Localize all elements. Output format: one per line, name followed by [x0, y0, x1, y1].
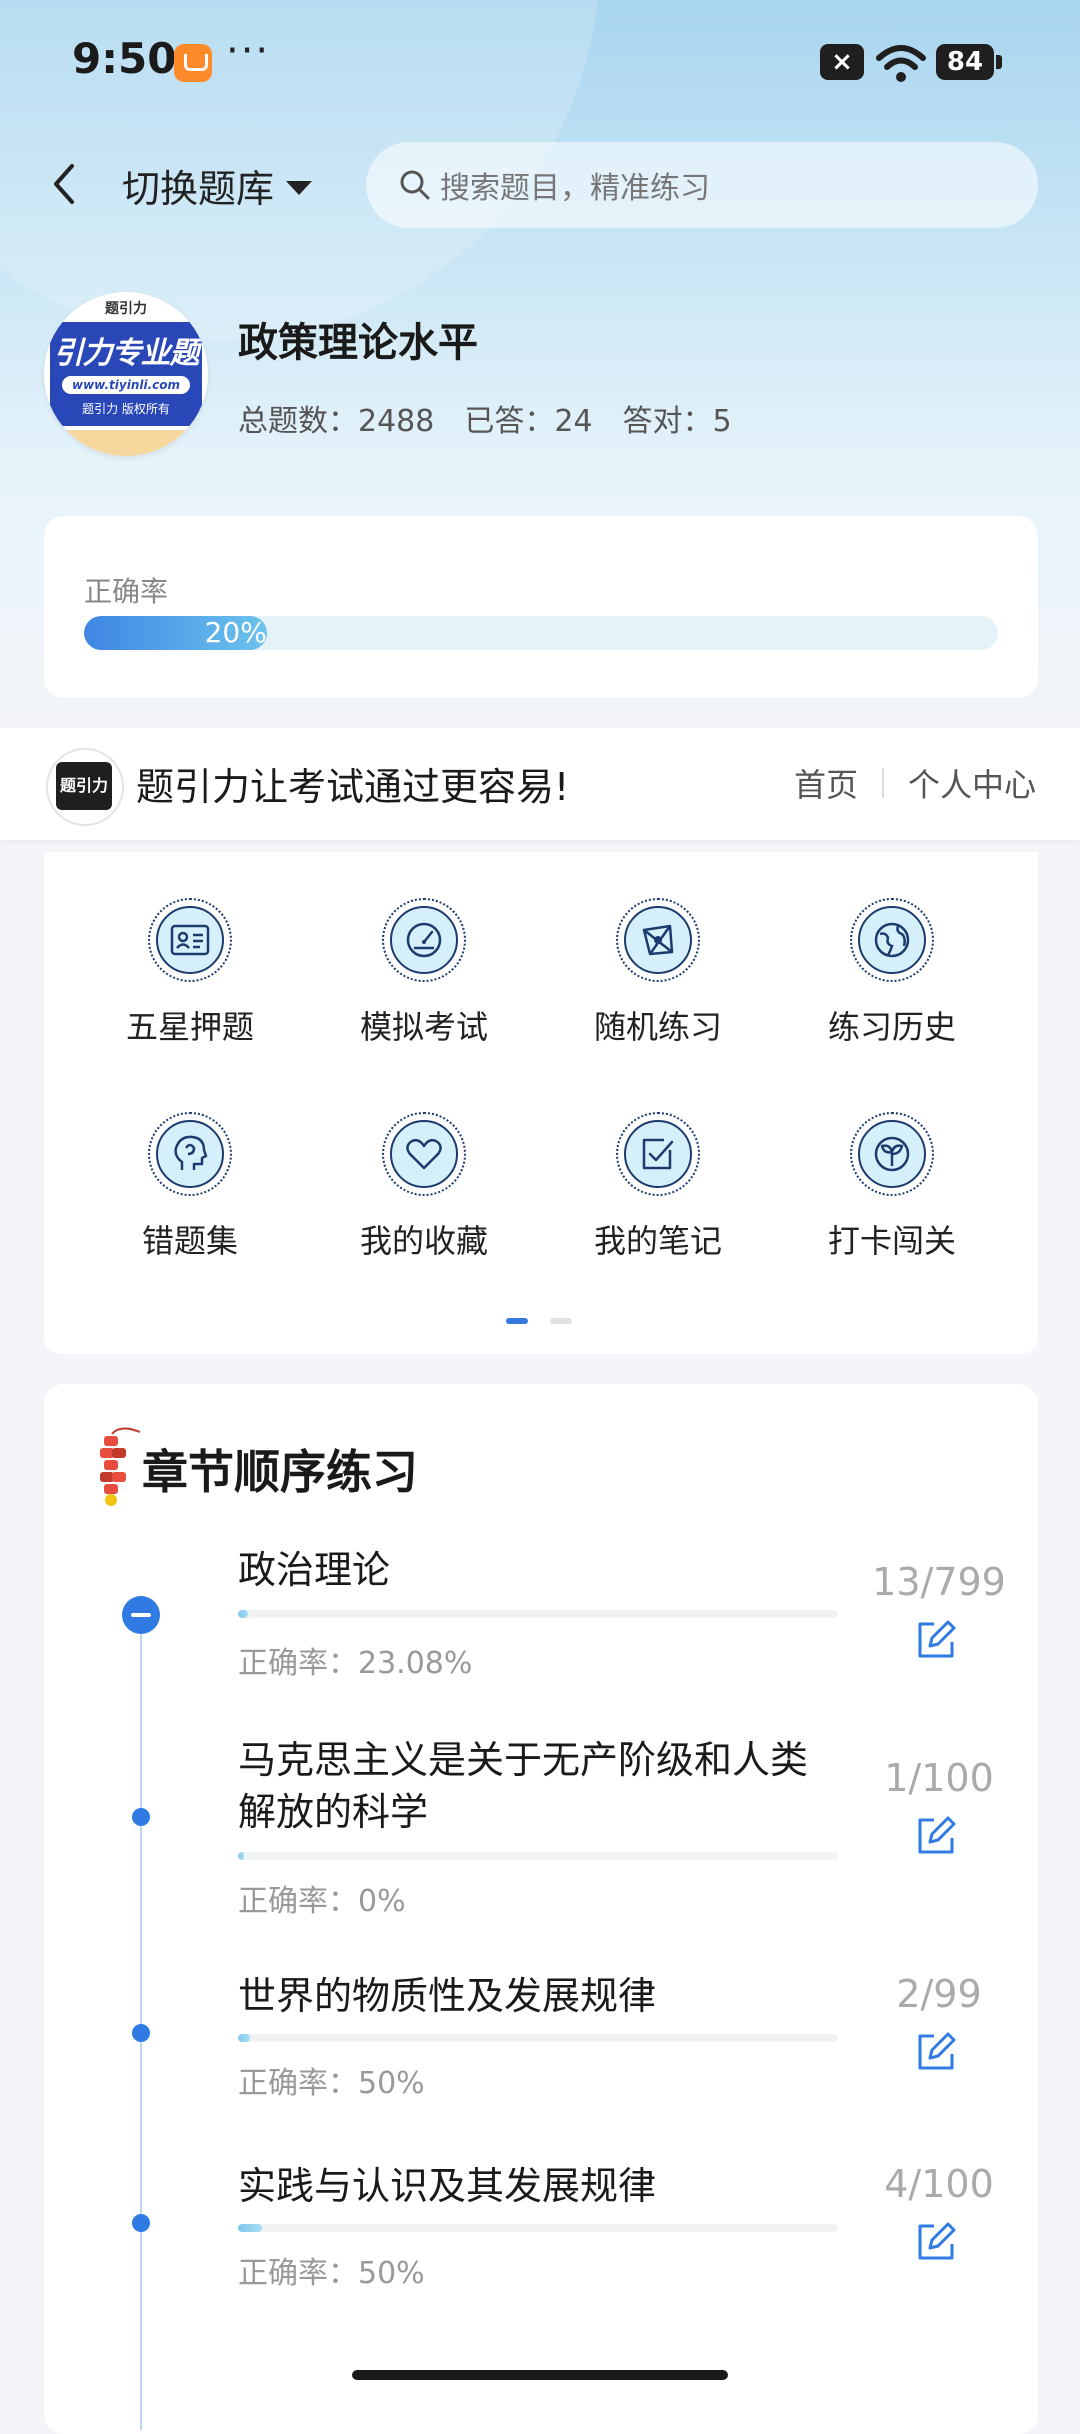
edit-icon[interactable] — [914, 2030, 958, 2074]
bank-title: 政策理论水平 — [238, 320, 478, 366]
switch-bank-label: 切换题库 — [122, 167, 275, 211]
search-icon — [400, 170, 430, 200]
chapter-count: 4/100 — [884, 2162, 994, 2206]
accuracy-label: 正确率 — [84, 575, 169, 608]
logo-bottom-band — [44, 430, 208, 456]
grid-item-five-star[interactable]: 五星押题 — [100, 898, 280, 1058]
grid-item-label: 错题集 — [141, 1222, 238, 1260]
chapter-progress-fill — [238, 1610, 248, 1618]
grid-item-label: 练习历史 — [827, 1008, 956, 1046]
home-indicator[interactable] — [352, 2370, 728, 2380]
grid-item-label: 我的收藏 — [359, 1222, 488, 1260]
grid-item-practice-history[interactable]: 练习历史 — [802, 898, 982, 1058]
page-indicator — [506, 1318, 576, 1326]
checkbox-icon — [642, 1138, 674, 1170]
accuracy-progress-bar: 20% — [84, 616, 998, 650]
chapter-count: 1/100 — [884, 1756, 994, 1800]
grid-item-label: 随机练习 — [593, 1008, 722, 1046]
globe-icon — [874, 922, 910, 958]
chapter-progress-bar — [238, 1610, 838, 1618]
page-dot-active — [506, 1318, 528, 1324]
search-input[interactable]: 搜索题目，精准练习 — [366, 142, 1038, 228]
nav-home-link[interactable]: 首页 — [794, 760, 858, 806]
chapter-accuracy: 正确率：50% — [238, 2066, 425, 2101]
function-grid: 五星押题 模拟考试 随机练习 练习历史 错题集 我的收藏 我的笔记 打卡闯关 — [44, 852, 1038, 1354]
grid-item-check-in[interactable]: 打卡闯关 — [802, 1112, 982, 1272]
grid-item-favorites[interactable]: 我的收藏 — [334, 1112, 514, 1272]
caret-down-icon — [286, 180, 313, 195]
chapter-section-title: 章节顺序练习 — [142, 1445, 418, 1499]
chapter-progress-fill — [238, 2034, 250, 2042]
grid-item-mock-exam[interactable]: 模拟考试 — [334, 898, 514, 1058]
timeline-dot — [132, 2214, 150, 2232]
grid-item-notes[interactable]: 我的笔记 — [568, 1112, 748, 1272]
stat-answered: 已答：24 — [464, 404, 593, 439]
chapter-progress-fill — [238, 2224, 262, 2232]
switch-bank-dropdown[interactable]: 切换题库 — [122, 158, 313, 213]
collapse-icon[interactable] — [122, 1596, 160, 1634]
edit-icon[interactable] — [914, 1618, 958, 1662]
logo-copyright: 题引力 版权所有 — [82, 402, 170, 416]
timeline-line — [140, 1610, 142, 2430]
grid-item-wrong-questions[interactable]: 错题集 — [100, 1112, 280, 1272]
status-bar: 9:50 ··· × 84 — [0, 0, 1080, 126]
grid-item-random-practice[interactable]: 随机练习 — [568, 898, 748, 1058]
grid-item-label: 模拟考试 — [359, 1008, 488, 1046]
accuracy-value: 20% — [204, 616, 267, 649]
chapter-name: 世界的物质性及发展规律 — [238, 1974, 657, 2018]
speedometer-icon — [406, 922, 442, 958]
logo-url: www.tiyinli.com — [62, 376, 190, 394]
logo-top-mark: 题引力 — [105, 301, 147, 317]
banner-nav: 首页 个人中心 — [794, 760, 1036, 806]
chapter-progress-bar — [238, 2224, 838, 2232]
stat-total: 总题数：2488 — [238, 404, 435, 439]
grid-item-label: 我的笔记 — [593, 1222, 722, 1260]
page-dot-inactive — [550, 1318, 572, 1324]
battery-indicator: 84 — [936, 44, 1002, 80]
heart-icon — [406, 1138, 442, 1170]
leaf-icon — [874, 1136, 910, 1172]
id-card-icon — [170, 924, 210, 956]
chapter-accuracy: 正确率：50% — [238, 2256, 425, 2291]
chapter-progress-bar — [238, 1852, 838, 1860]
edit-icon[interactable] — [914, 1814, 958, 1858]
status-time: 9:50 — [72, 34, 177, 83]
bank-stats: 总题数：2488 已答：24 答对：5 — [238, 396, 732, 440]
chapter-accuracy: 正确率：23.08% — [238, 1646, 473, 1681]
network-icon — [642, 924, 674, 956]
accuracy-card: 正确率 20% — [44, 516, 1038, 698]
timeline-dot — [132, 1808, 150, 1826]
brand-slogan: 题引力让考试通过更容易! — [136, 765, 570, 809]
brand-logo-icon: 题引力 — [46, 748, 124, 826]
back-arrow-icon[interactable] — [44, 156, 84, 212]
chapter-name: 马克思主义是关于无产阶级和人类解放的科学 — [238, 1738, 809, 1834]
more-notifications: ··· — [226, 28, 271, 74]
logo-text: 引力专业题 — [53, 336, 200, 371]
head-icon — [174, 1135, 208, 1170]
chapter-count: 2/99 — [896, 1972, 982, 2016]
bank-logo: 题引力 引力专业题 www.tiyinli.com 题引力 版权所有 — [44, 292, 208, 456]
chapter-name: 政治理论 — [238, 1548, 391, 1592]
close-notification-icon: × — [820, 44, 864, 80]
stat-correct: 答对：5 — [622, 404, 732, 439]
chapter-progress-fill — [238, 1852, 244, 1860]
chapter-count: 13/799 — [872, 1560, 1006, 1604]
grid-item-label: 五星押题 — [125, 1008, 254, 1046]
chapter-accuracy: 正确率：0% — [238, 1884, 406, 1919]
shopping-bag-icon — [174, 44, 212, 82]
firecracker-icon — [100, 1427, 140, 1506]
grid-item-label: 打卡闯关 — [827, 1222, 956, 1260]
timeline-dot — [132, 2024, 150, 2042]
nav-profile-link[interactable]: 个人中心 — [908, 760, 1036, 806]
chapter-practice-card: 章节顺序练习 政治理论 正确率：23.08% 13/799 马克思主义是关于无产… — [44, 1384, 1038, 2434]
brand-banner: 题引力 题引力让考试通过更容易! 首页 个人中心 — [0, 728, 1080, 840]
wifi-icon — [876, 45, 926, 82]
chapter-progress-bar — [238, 2034, 838, 2042]
chapter-name: 实践与认识及其发展规律 — [238, 2164, 657, 2208]
edit-icon[interactable] — [914, 2220, 958, 2264]
nav-divider — [881, 768, 884, 798]
search-placeholder: 搜索题目，精准练习 — [440, 171, 710, 206]
